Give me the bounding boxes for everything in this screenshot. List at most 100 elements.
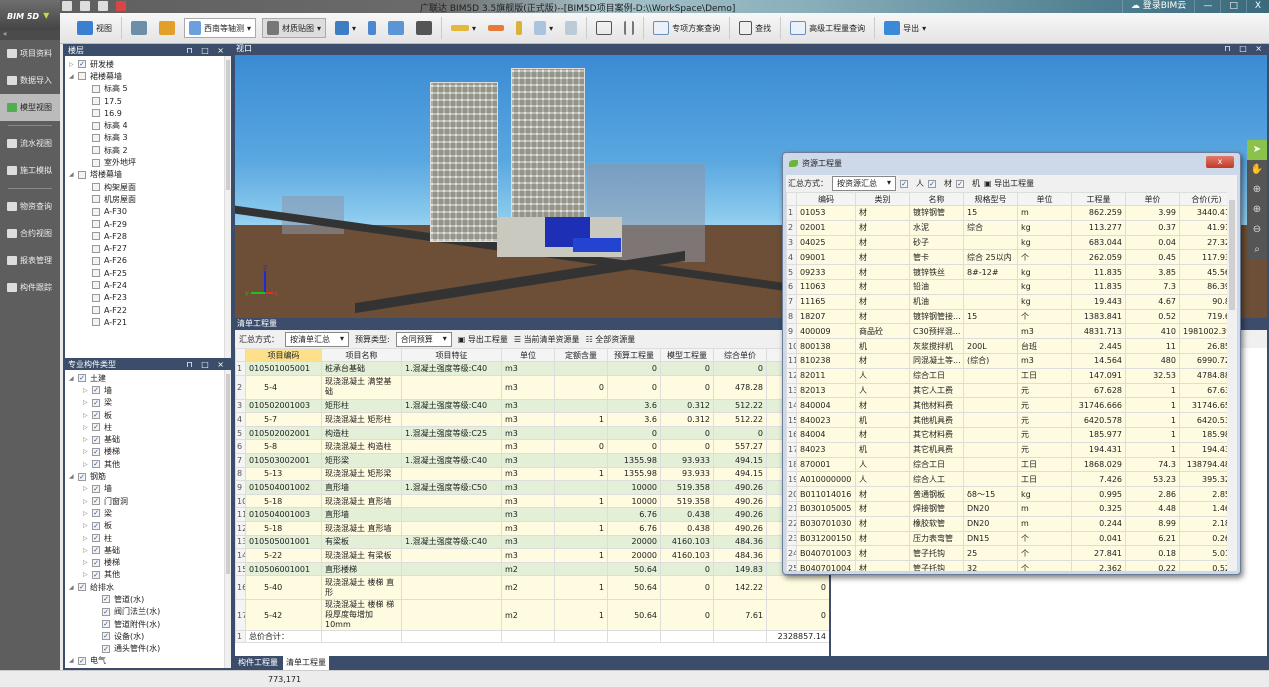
table-row[interactable]: 19A010000000人综合人工 工日7.42653.23395.32 — [786, 471, 1227, 488]
minimize-button[interactable]: — — [1194, 0, 1220, 13]
tree-checkbox[interactable]: ✓ — [102, 632, 110, 641]
tree-checkbox[interactable]: ✓ — [78, 583, 86, 592]
tree-item[interactable]: A-F26 — [69, 255, 231, 267]
expand-arrow-icon[interactable]: ▷ — [83, 510, 92, 517]
column-header[interactable]: 规格型号 — [963, 192, 1018, 206]
home-icon[interactable] — [62, 1, 72, 11]
tree-item[interactable]: ✓ 设备(水) — [69, 630, 231, 642]
tree-checkbox[interactable]: ✓ — [92, 509, 100, 518]
dialog-export-button[interactable]: ▣ 导出工程量 — [984, 178, 1034, 189]
tree-item[interactable]: ✓ 阀门法兰(水) — [69, 606, 231, 618]
floor-scrollbar[interactable] — [224, 56, 231, 358]
expand-arrow-icon[interactable]: ▷ — [83, 485, 92, 492]
tree-checkbox[interactable] — [92, 183, 100, 192]
tree-checkbox[interactable]: ✓ — [92, 398, 100, 407]
table-row[interactable]: 11010504001003直形墙 m3 6.760.438490.26 — [235, 507, 829, 522]
expand-arrow-icon[interactable]: ◢ — [69, 375, 78, 382]
budget-select[interactable]: 合同预算 ▾ — [395, 331, 452, 347]
settings-icon[interactable] — [98, 1, 108, 11]
tree-checkbox[interactable] — [92, 109, 100, 118]
tree-item[interactable]: ✓ 通头管件(水) — [69, 643, 231, 655]
expand-arrow-icon[interactable]: ▷ — [83, 412, 92, 419]
nav-data-import[interactable]: 数据导入 — [0, 67, 60, 94]
column-header[interactable]: 单位 — [501, 348, 555, 362]
tree-checkbox[interactable] — [92, 158, 100, 167]
table-row[interactable]: 165-40现浇混凝土 楼梯 直形m2150.640142.220 — [235, 575, 829, 601]
tree-item[interactable]: ▷ ✓ 板 — [69, 409, 231, 421]
expand-arrow-icon[interactable]: ▷ — [83, 535, 92, 542]
labor-checkbox[interactable]: ✓ — [900, 179, 909, 188]
maximize-button[interactable]: □ — [1220, 0, 1246, 13]
tree-item[interactable]: 构架屋面 — [69, 181, 231, 193]
table-row[interactable]: 105-18现浇混凝土 直形墙 m3110000519.358490.26 — [235, 493, 829, 509]
export-button[interactable]: 导出 ▾ — [881, 19, 929, 37]
tree-checkbox[interactable]: ✓ — [92, 460, 100, 469]
nav-construction-sim[interactable]: 施工模拟 — [0, 157, 60, 184]
table-row[interactable]: 7 010503002001 矩形梁 1.混凝土强度等级:C40 m3 1355.98 93… — [235, 452, 829, 468]
nav-component-track[interactable]: 构件跟踪 — [0, 274, 60, 301]
walk-button[interactable]: ▾ — [332, 19, 359, 37]
tree-checkbox[interactable] — [92, 195, 100, 204]
tree-checkbox[interactable]: ✓ — [92, 411, 100, 420]
tree-checkbox[interactable]: ✓ — [102, 607, 110, 616]
expand-arrow-icon[interactable]: ▷ — [69, 61, 78, 68]
tree-item[interactable]: ◢ ✓ 钢筋 — [69, 470, 231, 482]
column-header[interactable]: 单价 — [1125, 192, 1180, 206]
panel-controls[interactable]: ⊓ □ × — [186, 360, 231, 370]
tree-checkbox[interactable]: ✓ — [102, 644, 110, 653]
tree-item[interactable]: ▷ ✓ 基础 — [69, 433, 231, 445]
summary-select[interactable]: 按清单汇总 ▾ — [285, 331, 350, 347]
tree-checkbox[interactable] — [92, 256, 100, 265]
tree-item[interactable]: ▷ ✓ 墙 — [69, 483, 231, 495]
material-checkbox[interactable]: ✓ — [928, 179, 937, 188]
person-button[interactable] — [365, 19, 379, 37]
table-row[interactable]: 1 010501005001 桩承台基础 1.混凝土强度等级:C40 m3 0 0 0 — [235, 361, 829, 376]
material-dropdown[interactable]: 材质贴图 ▾ — [262, 18, 327, 38]
table-row[interactable]: 4 5-7 现浇混凝土 矩形柱 m3 1 3.6 0.312 512.22 — [235, 412, 829, 427]
tree-item[interactable]: ▷ ✓ 楼梯 — [69, 556, 231, 568]
tree-checkbox[interactable]: ✓ — [92, 521, 100, 530]
tree-checkbox[interactable] — [92, 293, 100, 302]
tree-item[interactable]: ◢ 塔楼幕墙 — [69, 169, 231, 181]
measure-button[interactable]: ▾ — [448, 22, 479, 35]
close-project-icon[interactable] — [116, 1, 126, 11]
tree-checkbox[interactable]: ✓ — [92, 534, 100, 542]
tree-checkbox[interactable] — [92, 244, 100, 253]
table-row[interactable]: 1 01053 材镀锌钢管 15 m 862.259 3.99 3440.41 — [786, 205, 1227, 221]
view-mode-dropdown[interactable]: 西南等轴测 ▾ — [184, 18, 257, 38]
grid-button[interactable] — [128, 19, 150, 37]
expand-arrow-icon[interactable]: ◢ — [69, 473, 78, 480]
table-row[interactable]: 1684004材其它材料费 元185.9771185.98 — [786, 426, 1227, 443]
tree-item[interactable]: ▷ ✓ 梁 — [69, 397, 231, 409]
expand-arrow-icon[interactable]: ▷ — [83, 399, 92, 406]
tree-checkbox[interactable]: ✓ — [92, 497, 100, 506]
save-icon[interactable] — [80, 1, 90, 11]
expand-arrow-icon[interactable]: ▷ — [83, 498, 92, 505]
tree-checkbox[interactable]: ✓ — [92, 447, 100, 456]
tree-checkbox[interactable] — [92, 207, 100, 216]
tree-item[interactable]: 标高 5 — [69, 83, 231, 95]
table-row[interactable]: 13010505001001有梁板1.混凝土强度等级:C40m3 20000416… — [235, 534, 829, 550]
table-row[interactable]: 304025材砂子 kg683.0440.0427.32 — [786, 234, 1227, 251]
machine-checkbox[interactable]: ✓ — [956, 179, 965, 188]
axis-grid-button[interactable] — [621, 19, 637, 37]
all-resource-button[interactable]: ☷ 全部资源量 — [586, 334, 636, 345]
table-row[interactable]: 25B040701004材管子托钩32个2.3620.220.52 — [786, 560, 1227, 571]
tree-item[interactable]: ✓ 管道(水) — [69, 593, 231, 605]
tree-item[interactable]: A-F30 — [69, 206, 231, 218]
nav-project-data[interactable]: 项目资料 — [0, 40, 60, 67]
column-header[interactable]: 类别 — [855, 192, 910, 206]
table-row[interactable]: 818207材镀锌钢管接...15个1383.8410.52719.6 — [786, 308, 1227, 325]
column-header[interactable]: 工程量 — [1071, 192, 1126, 206]
tree-item[interactable]: A-F23 — [69, 292, 231, 304]
tree-checkbox[interactable]: ✓ — [78, 472, 86, 481]
column-header[interactable]: 单位 — [1017, 192, 1072, 206]
panel-controls[interactable]: ⊓ □ × — [1224, 44, 1269, 54]
table-row[interactable]: 10800138机灰浆搅拌机200L台班2.4451126.85 — [786, 338, 1227, 354]
tree-checkbox[interactable] — [92, 232, 100, 241]
nav-contract-view[interactable]: 合约视图 — [0, 220, 60, 247]
expand-arrow-icon[interactable]: ◢ — [69, 584, 78, 591]
table-row[interactable]: 611063材铅油 kg11.8357.386.39 — [786, 278, 1227, 295]
table-row[interactable]: 1282011人综合工日 工日147.09132.534784.88 — [786, 367, 1227, 384]
tree-item[interactable]: 16.9 — [69, 107, 231, 119]
